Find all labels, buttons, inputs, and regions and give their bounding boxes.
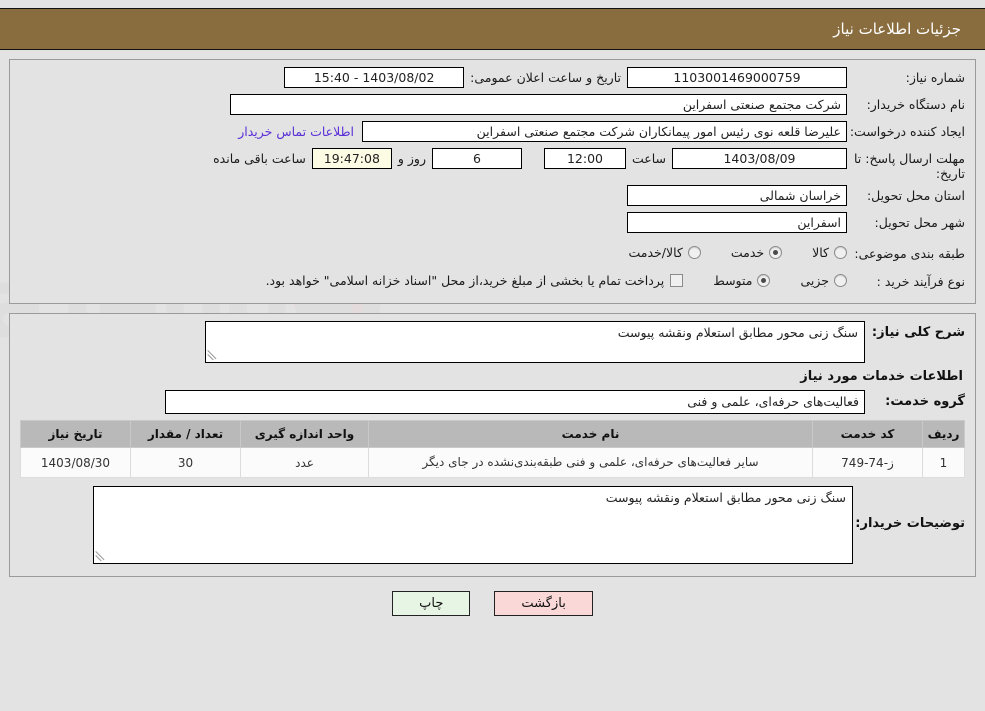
treasury-bond-note: پرداخت تمام یا بخشی از مبلغ خرید،از محل …: [265, 272, 665, 288]
city-label: شهر محل تحویل:: [874, 215, 965, 230]
row-buyer-org: نام دستگاه خریدار: شرکت مجتمع صنعتی اسفر…: [20, 94, 965, 117]
radio-label-medium: متوسط: [713, 272, 753, 288]
need-number-label: شماره نیاز:: [905, 70, 965, 85]
col-row-no: ردیف: [922, 420, 965, 448]
radio-button-goods[interactable]: [834, 245, 847, 259]
countdown-timer: 19:47:08: [311, 148, 392, 169]
countdown-label: ساعت باقی مانده: [213, 151, 306, 166]
row-category: طبقه بندی موضوعی: کالا خدمت کالا/خدمت: [20, 239, 965, 265]
deadline-hour-label: ساعت: [631, 151, 666, 166]
page-root: جزئیات اطلاعات نیاز شماره نیاز: 11030014…: [0, 8, 985, 628]
radio-button-medium[interactable]: [757, 273, 771, 287]
row-process: نوع فرآیند خرید : جزیی متوسط پرداخت تمام…: [20, 267, 965, 293]
requester-value: علیرضا قلعه نوی رئیس امور پیمانکاران شرک…: [362, 121, 847, 142]
page-title: جزئیات اطلاعات نیاز: [833, 20, 961, 38]
days-remaining-label: روز و: [397, 151, 426, 166]
row-service-group: گروه خدمت: فعالیت‌های حرفه‌ای، علمی و فن…: [20, 390, 965, 414]
print-button[interactable]: چاپ: [392, 591, 471, 616]
need-number-value: 1103001469000759: [627, 67, 847, 88]
row-general-description: شرح کلی نیاز: سنگ زنی محور مطابق استعلام…: [20, 321, 965, 363]
radio-category-goods[interactable]: کالا: [812, 245, 847, 260]
service-group-value: فعالیت‌های حرفه‌ای، علمی و فنی: [165, 390, 865, 414]
radio-process-minor[interactable]: جزیی: [800, 273, 847, 288]
buyer-comments-label: توضیحات خریدار:: [855, 516, 965, 531]
radio-category-goods-service[interactable]: کالا/خدمت: [628, 244, 701, 260]
col-need-date: تاریخ نیاز: [20, 420, 131, 448]
row-deadline: مهلت ارسال پاسخ: تا تاریخ: 1403/08/09 سا…: [20, 148, 965, 181]
announce-datetime-value: 1403/08/02 - 15:40: [284, 67, 465, 88]
radio-label-goods-service: کالا/خدمت: [628, 244, 683, 260]
resize-grip-icon-comments[interactable]: [95, 551, 107, 562]
radio-label-goods: کالا: [812, 244, 829, 260]
process-label: نوع فرآیند خرید :: [876, 274, 965, 289]
province-value: خراسان شمالی: [627, 185, 847, 206]
cell-need-date: 1403/08/30: [20, 447, 131, 478]
radio-process-medium[interactable]: متوسط: [713, 272, 771, 288]
row-need-number: شماره نیاز: 1103001469000759 تاریخ و ساع…: [20, 67, 965, 90]
buyer-comments-textarea[interactable]: سنگ زنی محور مطابق استعلام ونقشه پیوست: [93, 486, 853, 564]
table-row: 1 ز-74-749 سایر فعالیت‌های حرفه‌ای، علمی…: [20, 447, 965, 478]
days-remaining-value: 6: [431, 148, 522, 169]
back-button[interactable]: بازگشت: [494, 591, 593, 616]
buyer-org-value: شرکت مجتمع صنعتی اسفراین: [230, 94, 847, 115]
row-buyer-comments: توضیحات خریدار: سنگ زنی محور مطابق استعل…: [20, 486, 965, 564]
cell-service-name: سایر فعالیت‌های حرفه‌ای، علمی و فنی طبقه…: [368, 447, 813, 478]
row-requester: ایجاد کننده درخواست: علیرضا قلعه نوی رئی…: [20, 121, 965, 144]
service-items-table: ردیف کد خدمت نام خدمت واحد اندازه گیری ت…: [20, 420, 965, 478]
cell-service-code: ز-74-749: [812, 447, 923, 478]
service-group-label: گروه خدمت:: [885, 394, 965, 409]
deadline-label: مهلت ارسال پاسخ: تا تاریخ:: [854, 151, 965, 181]
treasury-bond-checkbox[interactable]: [670, 273, 684, 287]
page-header: جزئیات اطلاعات نیاز: [0, 8, 985, 50]
col-unit: واحد اندازه گیری: [240, 420, 369, 448]
col-quantity: تعداد / مقدار: [130, 420, 241, 448]
resize-grip-icon[interactable]: [207, 350, 219, 361]
need-summary-panel: شماره نیاز: 1103001469000759 تاریخ و ساع…: [9, 59, 976, 304]
requester-label: ایجاد کننده درخواست:: [849, 124, 965, 139]
deadline-date-value: 1403/08/09: [672, 148, 847, 169]
footer-button-bar: بازگشت چاپ: [0, 591, 985, 628]
radio-button-goods-service[interactable]: [687, 245, 701, 259]
radio-button-service[interactable]: [769, 245, 783, 259]
col-service-code: کد خدمت: [812, 420, 923, 448]
province-label: استان محل تحویل:: [866, 188, 965, 203]
col-service-name: نام خدمت: [368, 420, 813, 448]
general-description-label: شرح کلی نیاز:: [871, 325, 965, 340]
cell-row-no: 1: [922, 447, 965, 478]
row-city: شهر محل تحویل: اسفراین: [20, 212, 965, 235]
radio-button-minor[interactable]: [834, 273, 847, 287]
table-header-row: ردیف کد خدمت نام خدمت واحد اندازه گیری ت…: [20, 420, 965, 448]
announce-datetime-label: تاریخ و ساعت اعلان عمومی:: [470, 70, 621, 85]
buyer-contact-link[interactable]: اطلاعات تماس خریدار: [230, 121, 362, 139]
deadline-hour-value: 12:00: [543, 148, 626, 169]
general-description-textarea[interactable]: سنگ زنی محور مطابق استعلام ونقشه پیوست: [205, 321, 865, 363]
radio-category-service[interactable]: خدمت: [730, 244, 783, 260]
city-value: اسفراین: [627, 212, 847, 233]
radio-label-service: خدمت: [730, 244, 765, 260]
buyer-org-label: نام دستگاه خریدار:: [866, 97, 965, 112]
row-province: استان محل تحویل: خراسان شمالی: [20, 185, 965, 208]
cell-quantity: 30: [130, 447, 241, 478]
radio-label-minor: جزیی: [800, 272, 829, 288]
services-section-title: اطلاعات خدمات مورد نیاز: [800, 369, 963, 384]
cell-unit: عدد: [240, 447, 369, 478]
category-label: طبقه بندی موضوعی:: [854, 246, 965, 261]
need-description-panel: شرح کلی نیاز: سنگ زنی محور مطابق استعلام…: [9, 313, 976, 577]
